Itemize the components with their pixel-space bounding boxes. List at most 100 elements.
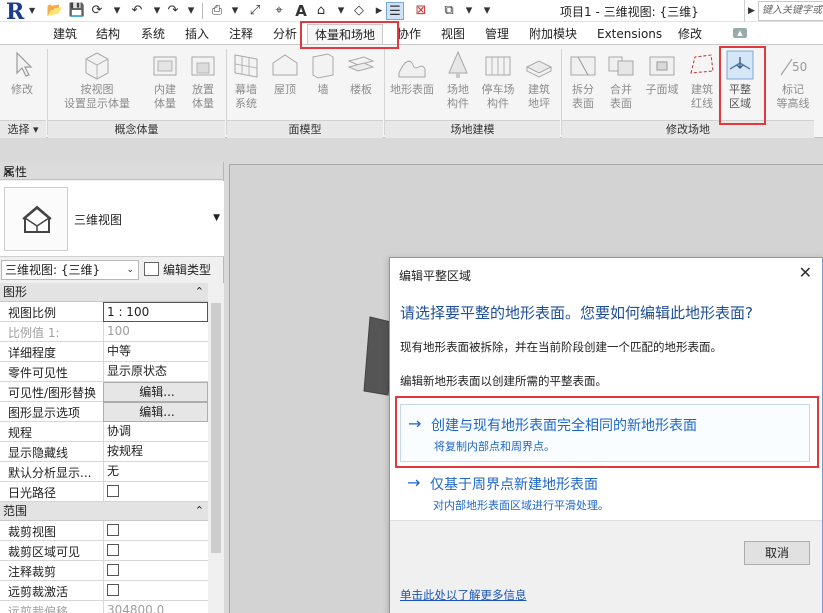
wall-face-icon [312,53,334,79]
table-row: 图形显示选项 编辑... [0,402,208,422]
prop-key: 远剪裁偏移 [8,605,69,613]
prop-value[interactable]: 中等 [103,342,208,362]
tab-massing-site[interactable]: 体量和场地 [307,24,384,45]
modify-button[interactable]: 修改 [4,49,40,97]
panel-select[interactable]: 选择 ▾ [0,120,46,138]
tab-add-ins[interactable]: 附加模块 [529,24,577,44]
graded-region-button[interactable]: 平整 区域 [722,49,758,111]
sections-icon[interactable]: ◇ [350,2,368,20]
chevron-right-icon[interactable]: ▶ [744,0,758,22]
section-graphics[interactable]: 图形 ⌃ [0,283,208,302]
tab-view[interactable]: 视图 [441,24,465,44]
cancel-button[interactable]: 取消 [744,541,810,565]
in-place-mass-button[interactable]: 内建 体量 [147,49,183,111]
site-component-label-2: 构件 [447,97,469,110]
parking-component-button[interactable]: 停车场 构件 [478,49,518,111]
save-icon[interactable]: 💾 [68,2,86,20]
close-icon[interactable]: ✕ [3,163,219,181]
property-line-button[interactable]: 建筑 红线 [684,49,720,111]
tab-structure[interactable]: 结构 [96,24,120,44]
prop-value [103,561,208,581]
prop-value[interactable]: 协调 [103,422,208,442]
undo-icon[interactable]: ↶ [128,2,146,20]
prop-value[interactable]: 1 : 100 [103,302,208,322]
tab-annotate[interactable]: 注释 [229,24,253,44]
edit-visibility-button[interactable]: 编辑... [103,382,208,402]
3d-view-icon[interactable]: ⌂ [312,2,330,20]
subregion-button[interactable]: 子面域 [641,49,683,97]
scrollbar-thumb[interactable] [211,303,221,553]
edit-type-button[interactable]: 编辑类型 [144,260,211,280]
option-title: 仅基于周界点新建地形表面 [430,477,598,493]
tab-insert[interactable]: 插入 [185,24,209,44]
dialog-question: 请选择要平整的地形表面。您要如何编辑此地形表面? [400,304,753,322]
redo-icon[interactable]: ↷ [164,2,182,20]
print-icon[interactable]: ⎙ [208,2,226,20]
customize-qat-icon[interactable]: ▾ [478,2,496,20]
view-instance-select[interactable]: 三维视图: {三维} ⌄ [1,260,139,280]
tab-analyze[interactable]: 分析 [273,24,297,44]
sync-icon[interactable]: ⟳ [88,2,106,20]
graded-region-label-1: 平整 [729,83,751,96]
caret-down-icon[interactable]: ▼ [213,213,220,223]
open-icon[interactable]: 📂 [46,2,64,20]
table-row: 裁剪视图 [0,521,208,541]
far-clip-active-checkbox[interactable] [107,584,119,596]
place-mass-button[interactable]: 放置 体量 [185,49,221,111]
tab-modify[interactable]: 修改 [678,24,702,44]
place-mass-label-1: 放置 [192,83,214,96]
dropdown-icon[interactable]: ▾ [108,2,126,20]
learn-more-link[interactable]: 单击此处以了解更多信息 [400,587,527,603]
perimeter-only-option[interactable]: → 仅基于周界点新建地形表面 对内部地形表面区域进行平滑处理。 [400,464,810,522]
split-surface-button[interactable]: 拆分 表面 [565,49,601,111]
curtain-system-label-1: 幕墙 [235,83,257,96]
application-menu-button[interactable]: R ▼ [2,0,38,24]
close-icon[interactable]: ✕ [799,263,812,282]
close-hidden-windows-icon[interactable]: ⊠ [412,2,430,20]
list-icon[interactable]: ☰ [386,2,404,20]
crop-view-checkbox[interactable] [107,524,119,536]
wall-by-face-button[interactable]: 墙 [305,49,341,97]
prop-value[interactable]: 按规程 [103,442,208,462]
chevron-down-icon: ⌄ [126,265,134,275]
section-extents[interactable]: 范围 ⌃ [0,502,208,521]
tab-manage[interactable]: 管理 [485,24,509,44]
tab-architecture[interactable]: 建筑 [53,24,77,44]
floor-label: 楼板 [350,83,372,96]
tab-collaborate[interactable]: 协作 [397,24,421,44]
curtain-system-button[interactable]: 幕墙 系统 [228,49,264,111]
type-selector[interactable]: 三维视图 ▼ [0,181,224,257]
print-dropdown-icon[interactable]: ▾ [226,2,244,20]
keyword-search-input[interactable]: 键入关键字或 [758,1,823,21]
prop-value[interactable]: 显示原状态 [103,362,208,382]
floor-by-face-button[interactable]: 楼板 [343,49,379,97]
annotation-crop-checkbox[interactable] [107,564,119,576]
prop-value[interactable]: 无 [103,462,208,482]
tag-icon[interactable]: ⌖ [270,2,288,20]
label-contours-button[interactable]: 50 标记 等高线 [772,49,814,111]
parking-icon [485,56,511,76]
tab-systems[interactable]: 系统 [141,24,165,44]
toposurface-button[interactable]: 地形表面 [386,49,438,97]
measure-icon[interactable]: ⤢ [246,2,264,20]
text-icon[interactable]: A [292,2,310,20]
tab-extensions[interactable]: Extensions [597,24,662,44]
switch-windows-icon[interactable]: ⧉ [440,2,458,20]
sun-path-checkbox[interactable] [107,485,119,497]
table-row: 远剪裁偏移 304800.0 [0,601,208,613]
properties-scrollbar[interactable] [208,283,224,613]
split-surface-label-2: 表面 [572,97,594,110]
switch-dropdown-icon[interactable]: ▾ [460,2,478,20]
crop-region-visible-checkbox[interactable] [107,544,119,556]
copy-surface-option[interactable]: → 创建与现有地形表面完全相同的新地形表面 将复制内部点和周界点。 [400,404,810,462]
site-component-button[interactable]: 场地 构件 [440,49,476,111]
merge-surfaces-button[interactable]: 合并 表面 [603,49,639,111]
edit-graphic-display-button[interactable]: 编辑... [103,402,208,422]
view-dropdown-icon[interactable]: ▾ [332,2,350,20]
roof-by-face-button[interactable]: 屋顶 [267,49,303,97]
toposurface-icon [398,60,426,78]
show-mass-button[interactable]: 按视图 设置显示体量 [62,49,132,111]
minimize-ribbon-icon[interactable]: ▲ [733,28,747,38]
redo-dropdown-icon[interactable]: ▾ [182,2,200,20]
building-pad-button[interactable]: 建筑 地坪 [521,49,557,111]
